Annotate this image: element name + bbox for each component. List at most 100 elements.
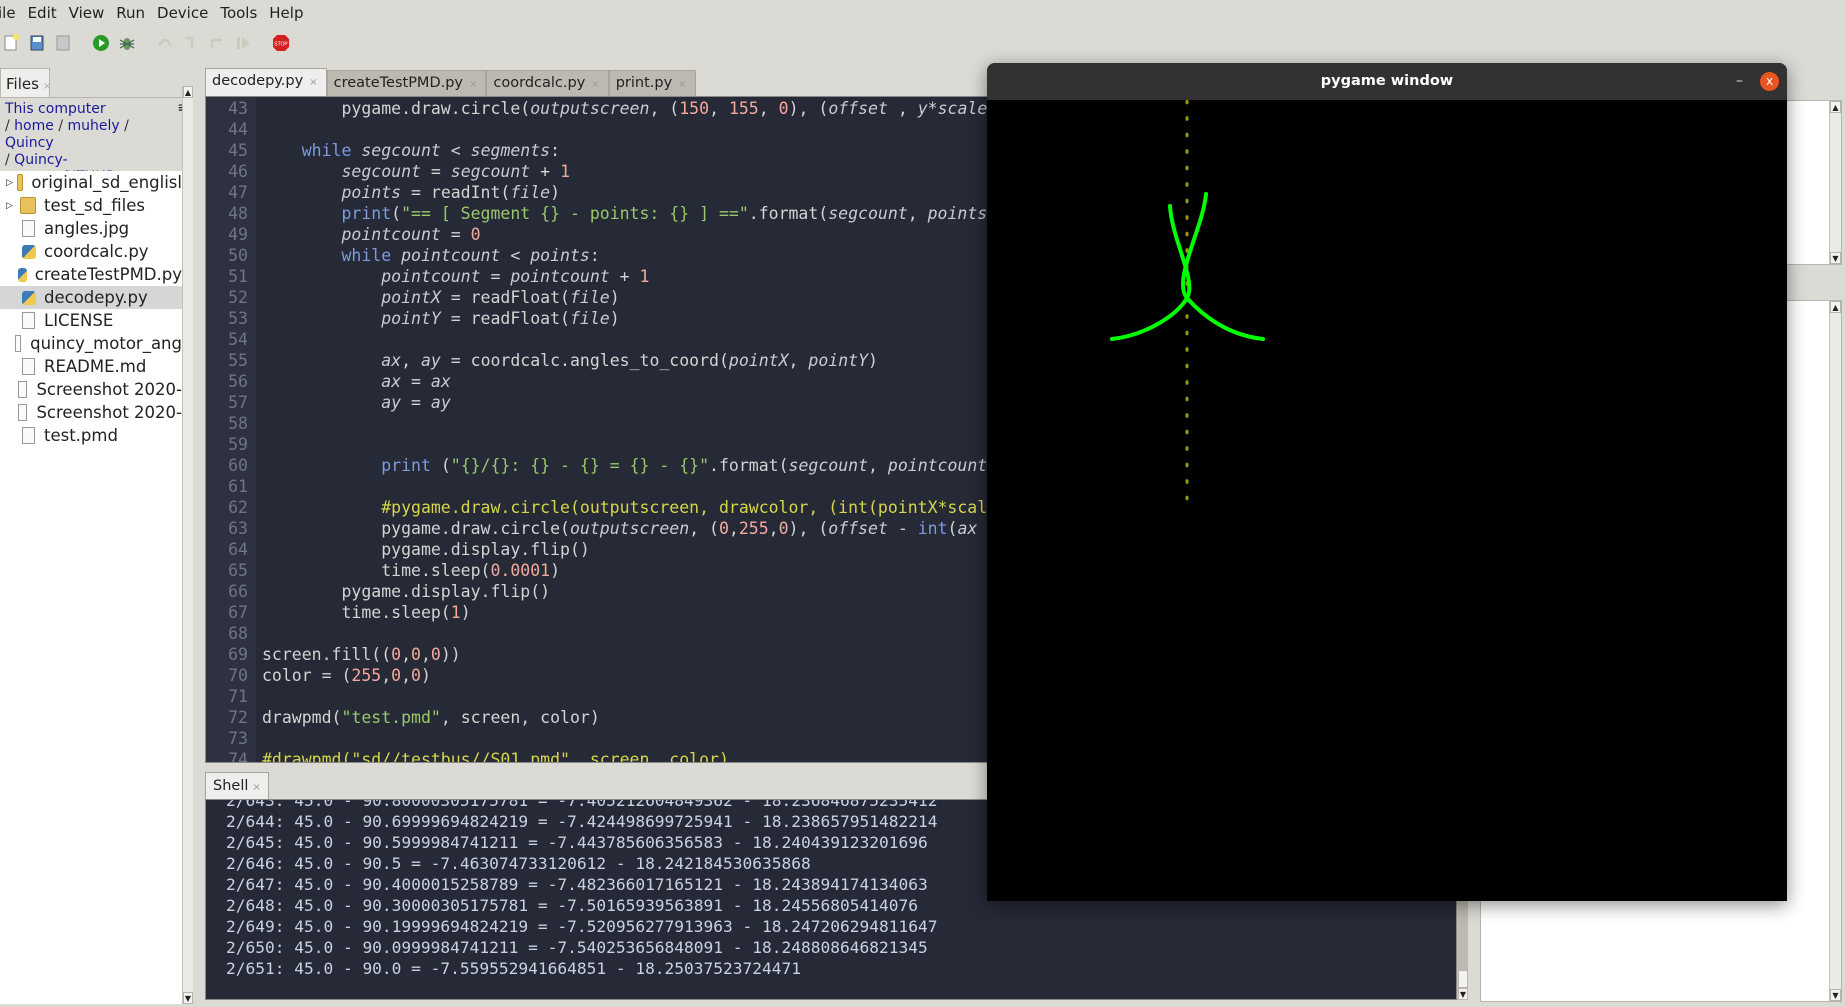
run-button[interactable]	[90, 34, 112, 56]
close-icon[interactable]: ×	[678, 79, 686, 90]
tab-print-py[interactable]: print.py ×	[608, 70, 696, 96]
code-token: ,	[420, 645, 431, 664]
scroll-up-icon[interactable]: ▲	[1830, 301, 1841, 313]
tab-decodepy-py[interactable]: decodepy.py ×	[205, 68, 327, 96]
step-over-button[interactable]	[154, 34, 176, 56]
code-token: +	[530, 162, 561, 181]
code-token: offset	[828, 99, 888, 118]
guide-dot	[1185, 100, 1189, 105]
line-number: 73	[228, 729, 248, 748]
code-token: 0	[470, 225, 481, 244]
toolbar: STOP	[0, 32, 296, 58]
code-token: 0	[430, 645, 441, 664]
guide-dot	[1185, 396, 1189, 402]
code-token: points	[530, 246, 590, 265]
line-number: 65	[228, 561, 248, 580]
expand-arrow-icon[interactable]: ▷	[6, 178, 13, 188]
tab-coordcalc-py[interactable]: coordcalc.py ×	[486, 70, 609, 96]
guide-dot	[1185, 462, 1189, 468]
breadcrumb-link[interactable]: home	[14, 118, 54, 134]
code-token: .format(	[748, 204, 829, 223]
scroll-down-icon[interactable]: ▼	[1458, 988, 1468, 1000]
scroll-up-icon[interactable]: ▲	[183, 86, 193, 98]
line-number: 67	[228, 603, 248, 622]
minimize-button[interactable]: –	[1736, 73, 1743, 89]
breadcrumb-link[interactable]: This computer	[5, 101, 106, 117]
step-into-button[interactable]	[180, 34, 202, 56]
breadcrumb-link[interactable]: muhely	[68, 118, 120, 134]
code-token: = coordcalc.angles_to_coord(	[440, 351, 729, 370]
code-token: time.sleep(	[262, 561, 491, 580]
file-item[interactable]: README.md	[0, 355, 182, 378]
scroll-up-icon[interactable]: ▲	[1830, 101, 1841, 113]
tab-shell[interactable]: Shell ×	[205, 772, 269, 800]
files-scrollbar[interactable]: ▲ ▼	[182, 86, 193, 1004]
file-item[interactable]: ▷ original_sd_englisl	[0, 171, 182, 194]
file-item[interactable]: createTestPMD.py	[0, 263, 182, 286]
line-number: 49	[228, 225, 248, 244]
line-number: 44	[228, 120, 248, 139]
code-token: ax	[957, 519, 978, 538]
scroll-down-icon[interactable]: ▼	[1830, 989, 1841, 1001]
tab-createtestpmd-py[interactable]: createTestPMD.py ×	[326, 70, 487, 96]
menu-edit[interactable]: Edit	[28, 4, 57, 22]
code-token: pygame.display.flip()	[262, 540, 590, 559]
line-number: 58	[228, 414, 248, 433]
save-as-button[interactable]	[52, 34, 74, 56]
code-token: pygame.display.flip()	[262, 582, 551, 601]
close-icon[interactable]: ×	[252, 782, 260, 793]
guide-dot	[1185, 182, 1189, 187]
scroll-down-icon[interactable]: ▼	[1830, 252, 1841, 264]
close-icon[interactable]: ×	[591, 79, 599, 90]
shell-line: 2/645: 45.0 - 90.5999984741211 = -7.4437…	[226, 833, 928, 852]
file-item[interactable]: ▷ test_sd_files	[0, 194, 182, 217]
debug-button[interactable]	[116, 34, 138, 56]
guide-dot	[1185, 429, 1189, 435]
stop-button[interactable]: STOP	[270, 34, 292, 56]
scroll-thumb[interactable]	[1458, 970, 1468, 988]
breadcrumb-link[interactable]: Quincy	[5, 135, 54, 151]
code-token: ,	[887, 99, 918, 118]
guide-dot	[1185, 198, 1189, 204]
close-icon[interactable]: ×	[43, 81, 51, 92]
line-number: 54	[228, 330, 248, 349]
close-icon[interactable]: ×	[469, 79, 477, 90]
scroll-down-icon[interactable]: ▼	[183, 992, 193, 1004]
menu-tools[interactable]: Tools	[220, 4, 257, 22]
menu-view[interactable]: View	[69, 4, 105, 22]
code-text: while pointcount < points:	[262, 245, 599, 266]
expand-arrow-icon[interactable]: ▷	[6, 201, 16, 211]
save-button[interactable]	[26, 34, 48, 56]
right-top-scrollbar[interactable]: ▲ ▼	[1829, 101, 1841, 264]
shell-line: 2/649: 45.0 - 90.19999694824219 = -7.520…	[226, 917, 938, 936]
file-item[interactable]: LICENSE	[0, 309, 182, 332]
code-token: 1	[560, 162, 570, 181]
file-item[interactable]: Screenshot 2020-	[0, 378, 182, 401]
right-bottom-scrollbar[interactable]: ▲ ▼	[1829, 301, 1841, 1001]
code-token: points	[262, 183, 402, 202]
code-text: pointX = readFloat(file)	[262, 287, 619, 308]
file-item[interactable]: decodepy.py	[0, 286, 182, 309]
menu-ile[interactable]: ile	[0, 4, 16, 22]
code-token: )	[550, 561, 561, 580]
step-out-button[interactable]	[206, 34, 228, 56]
code-token: (	[391, 204, 402, 223]
close-button[interactable]: x	[1760, 72, 1779, 91]
menu-device[interactable]: Device	[157, 4, 208, 22]
file-item[interactable]: quincy_motor_ang	[0, 332, 182, 355]
file-item[interactable]: angles.jpg	[0, 217, 182, 240]
pygame-window[interactable]: pygame window – x	[987, 63, 1787, 901]
resume-button[interactable]	[232, 34, 254, 56]
green-curve-left	[1110, 204, 1192, 341]
tab-files[interactable]: Files ×	[0, 68, 51, 98]
file-name: coordcalc.py	[44, 242, 149, 261]
file-item[interactable]: Screenshot 2020-	[0, 401, 182, 424]
menu-run[interactable]: Run	[116, 4, 145, 22]
close-icon[interactable]: ×	[309, 77, 317, 88]
file-item[interactable]: coordcalc.py	[0, 240, 182, 263]
menu-help[interactable]: Help	[269, 4, 303, 22]
code-editor[interactable]: 43 pygame.draw.circle(outputscreen, (150…	[205, 96, 1005, 763]
new-file-button[interactable]	[0, 34, 22, 56]
file-item[interactable]: test.pmd	[0, 424, 182, 447]
code-token: ,	[401, 351, 421, 370]
